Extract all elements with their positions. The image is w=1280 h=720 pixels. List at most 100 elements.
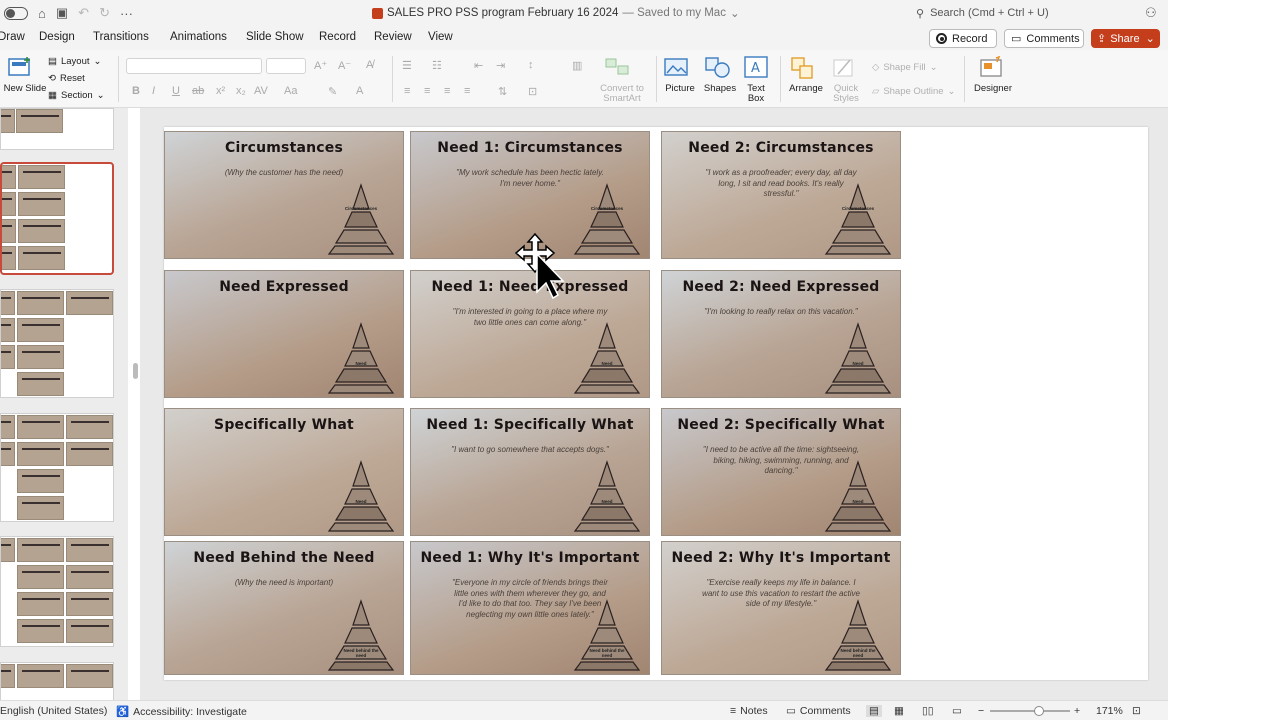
bullets-icon[interactable]: ☰ [402,59,412,72]
slide-card[interactable]: Need 2: Why It's Important "Exercise real… [661,541,901,675]
strikethrough-icon[interactable]: ab [192,85,204,97]
save-icon[interactable]: ▣ [56,5,68,21]
slide-thumbnail[interactable] [0,413,114,522]
italic-icon[interactable]: I [152,85,155,97]
tab-record[interactable]: Record [319,31,356,43]
subscript-icon[interactable]: x₂ [236,85,246,97]
comments-button[interactable]: ▭ Comments [1004,29,1084,48]
quick-styles-icon[interactable] [832,56,858,80]
autosave-toggle[interactable] [4,6,28,20]
redo-icon[interactable]: ↻ [99,5,110,21]
text-direction-icon[interactable]: ⇅ [498,85,507,98]
reading-view-icon[interactable]: ▯▯ [922,705,934,717]
slide-card[interactable]: Need Behind the Need (Why the need is imp… [164,541,404,675]
pane-splitter-handle[interactable] [133,363,138,379]
justify-icon[interactable]: ≡ [464,85,470,97]
align-left-icon[interactable]: ≡ [404,85,410,97]
tab-view[interactable]: View [428,31,453,43]
language-status[interactable]: English (United States) [0,705,107,717]
clear-format-icon[interactable]: A̸ [366,59,373,71]
slide-thumbnail-selected[interactable] [0,162,114,275]
font-size-dropdown[interactable] [266,58,306,74]
underline-icon[interactable]: U [172,85,180,97]
numbering-icon[interactable]: ☷ [432,59,442,72]
text-box-button[interactable]: Text Box [738,84,774,104]
superscript-icon[interactable]: x² [216,85,225,97]
slide-card[interactable]: Need 1: Why It's Important "Everyone in m… [410,541,650,675]
slide-card[interactable]: Specifically What Need [164,408,404,536]
more-icon[interactable]: ··· [120,6,133,21]
zoom-in-icon[interactable]: + [1074,705,1080,717]
designer-icon[interactable] [978,56,1006,80]
character-spacing-icon[interactable]: AV [254,85,268,97]
shapes-icon[interactable] [704,56,732,78]
new-slide-button[interactable]: New Slide [2,84,48,94]
increase-font-icon[interactable]: A⁺ [314,59,327,72]
convert-smartart-button[interactable]: Convert to SmartArt [594,84,650,104]
share-button[interactable]: ⇪ Share ⌄ [1091,29,1160,48]
tab-animations[interactable]: Animations [170,31,227,43]
slide-card[interactable]: Need 1: Specifically What "I want to go s… [410,408,650,536]
bold-icon[interactable]: B [132,85,140,97]
tab-design[interactable]: Design [39,31,75,43]
tab-slide-show[interactable]: Slide Show [246,31,304,43]
slideshow-icon[interactable]: ▭ [952,705,962,717]
decrease-font-icon[interactable]: A⁻ [338,59,351,72]
slide-thumbnail[interactable] [0,108,114,150]
notes-button[interactable]: ≡ Notes [730,705,768,717]
zoom-slider-handle[interactable] [1034,706,1044,716]
reset-button[interactable]: ⟲ Reset [48,73,85,84]
highlight-icon[interactable]: ✎ [328,85,337,98]
layout-button[interactable]: ▤ Layout ⌄ [48,56,101,67]
font-color-icon[interactable]: A [356,85,363,97]
document-title[interactable]: SALES PRO PSS program February 16 2024 —… [372,6,740,20]
zoom-slider[interactable] [990,710,1070,712]
slide[interactable]: Circumstances (Why the customer has the n… [164,127,1148,680]
new-slide-icon[interactable] [8,56,34,78]
fit-slide-icon[interactable]: ⊡ [1132,705,1141,717]
shape-outline-button[interactable]: ▱ Shape Outline ⌄ [872,86,956,97]
accessibility-status[interactable]: ♿ Accessibility: Investigate [116,705,247,719]
align-right-icon[interactable]: ≡ [444,85,450,97]
quick-styles-button[interactable]: Quick Styles [826,84,866,104]
text-box-icon[interactable]: A [744,56,768,78]
section-button[interactable]: ▦ Section ⌄ [48,90,105,101]
arrange-button[interactable]: Arrange [786,84,826,94]
normal-view-icon[interactable]: ▤ [866,705,882,717]
align-text-icon[interactable]: ⊡ [528,85,537,98]
slide-card[interactable]: Need Expressed Need [164,270,404,398]
search-box[interactable]: ⚲ Search (Cmd + Ctrl + U) [910,4,1135,22]
slide-card[interactable]: Circumstances (Why the customer has the n… [164,131,404,259]
shapes-button[interactable]: Shapes [702,84,738,94]
picture-button[interactable]: Picture [662,84,698,94]
tab-transitions[interactable]: Transitions [93,31,149,43]
tab-draw[interactable]: Draw [0,31,25,43]
slide-thumbnail-pane[interactable] [0,108,128,700]
columns-icon[interactable]: ▥ [572,59,582,72]
undo-icon[interactable]: ↶ [78,5,89,21]
record-button[interactable]: Record [929,29,997,48]
zoom-level[interactable]: 171% [1096,705,1123,717]
picture-icon[interactable] [664,58,690,78]
slide-thumbnail[interactable] [0,536,114,647]
tab-review[interactable]: Review [374,31,412,43]
account-icon[interactable]: ⚇ [1145,5,1157,21]
line-spacing-icon[interactable]: ↕ [528,59,534,71]
font-family-dropdown[interactable] [126,58,262,74]
smartart-icon[interactable] [604,56,634,78]
home-icon[interactable]: ⌂ [38,6,46,21]
zoom-out-icon[interactable]: − [978,705,984,717]
slide-card[interactable]: Need 2: Specifically What "I need to be a… [661,408,901,536]
decrease-indent-icon[interactable]: ⇤ [474,59,483,72]
change-case-icon[interactable]: Aa [284,85,297,97]
slide-card[interactable]: Need 2: Need Expressed "I'm looking to re… [661,270,901,398]
slide-card[interactable]: Need 2: Circumstances "I work as a proofr… [661,131,901,259]
slide-thumbnail[interactable] [0,662,114,700]
designer-button[interactable]: Designer [970,84,1016,94]
slide-thumbnail[interactable] [0,289,114,398]
status-comments-button[interactable]: ▭ Comments [786,705,851,717]
slide-sorter-icon[interactable]: ▦ [894,705,904,717]
shape-fill-button[interactable]: ◇ Shape Fill ⌄ [872,62,938,73]
increase-indent-icon[interactable]: ⇥ [496,59,505,72]
align-center-icon[interactable]: ≡ [424,85,430,97]
